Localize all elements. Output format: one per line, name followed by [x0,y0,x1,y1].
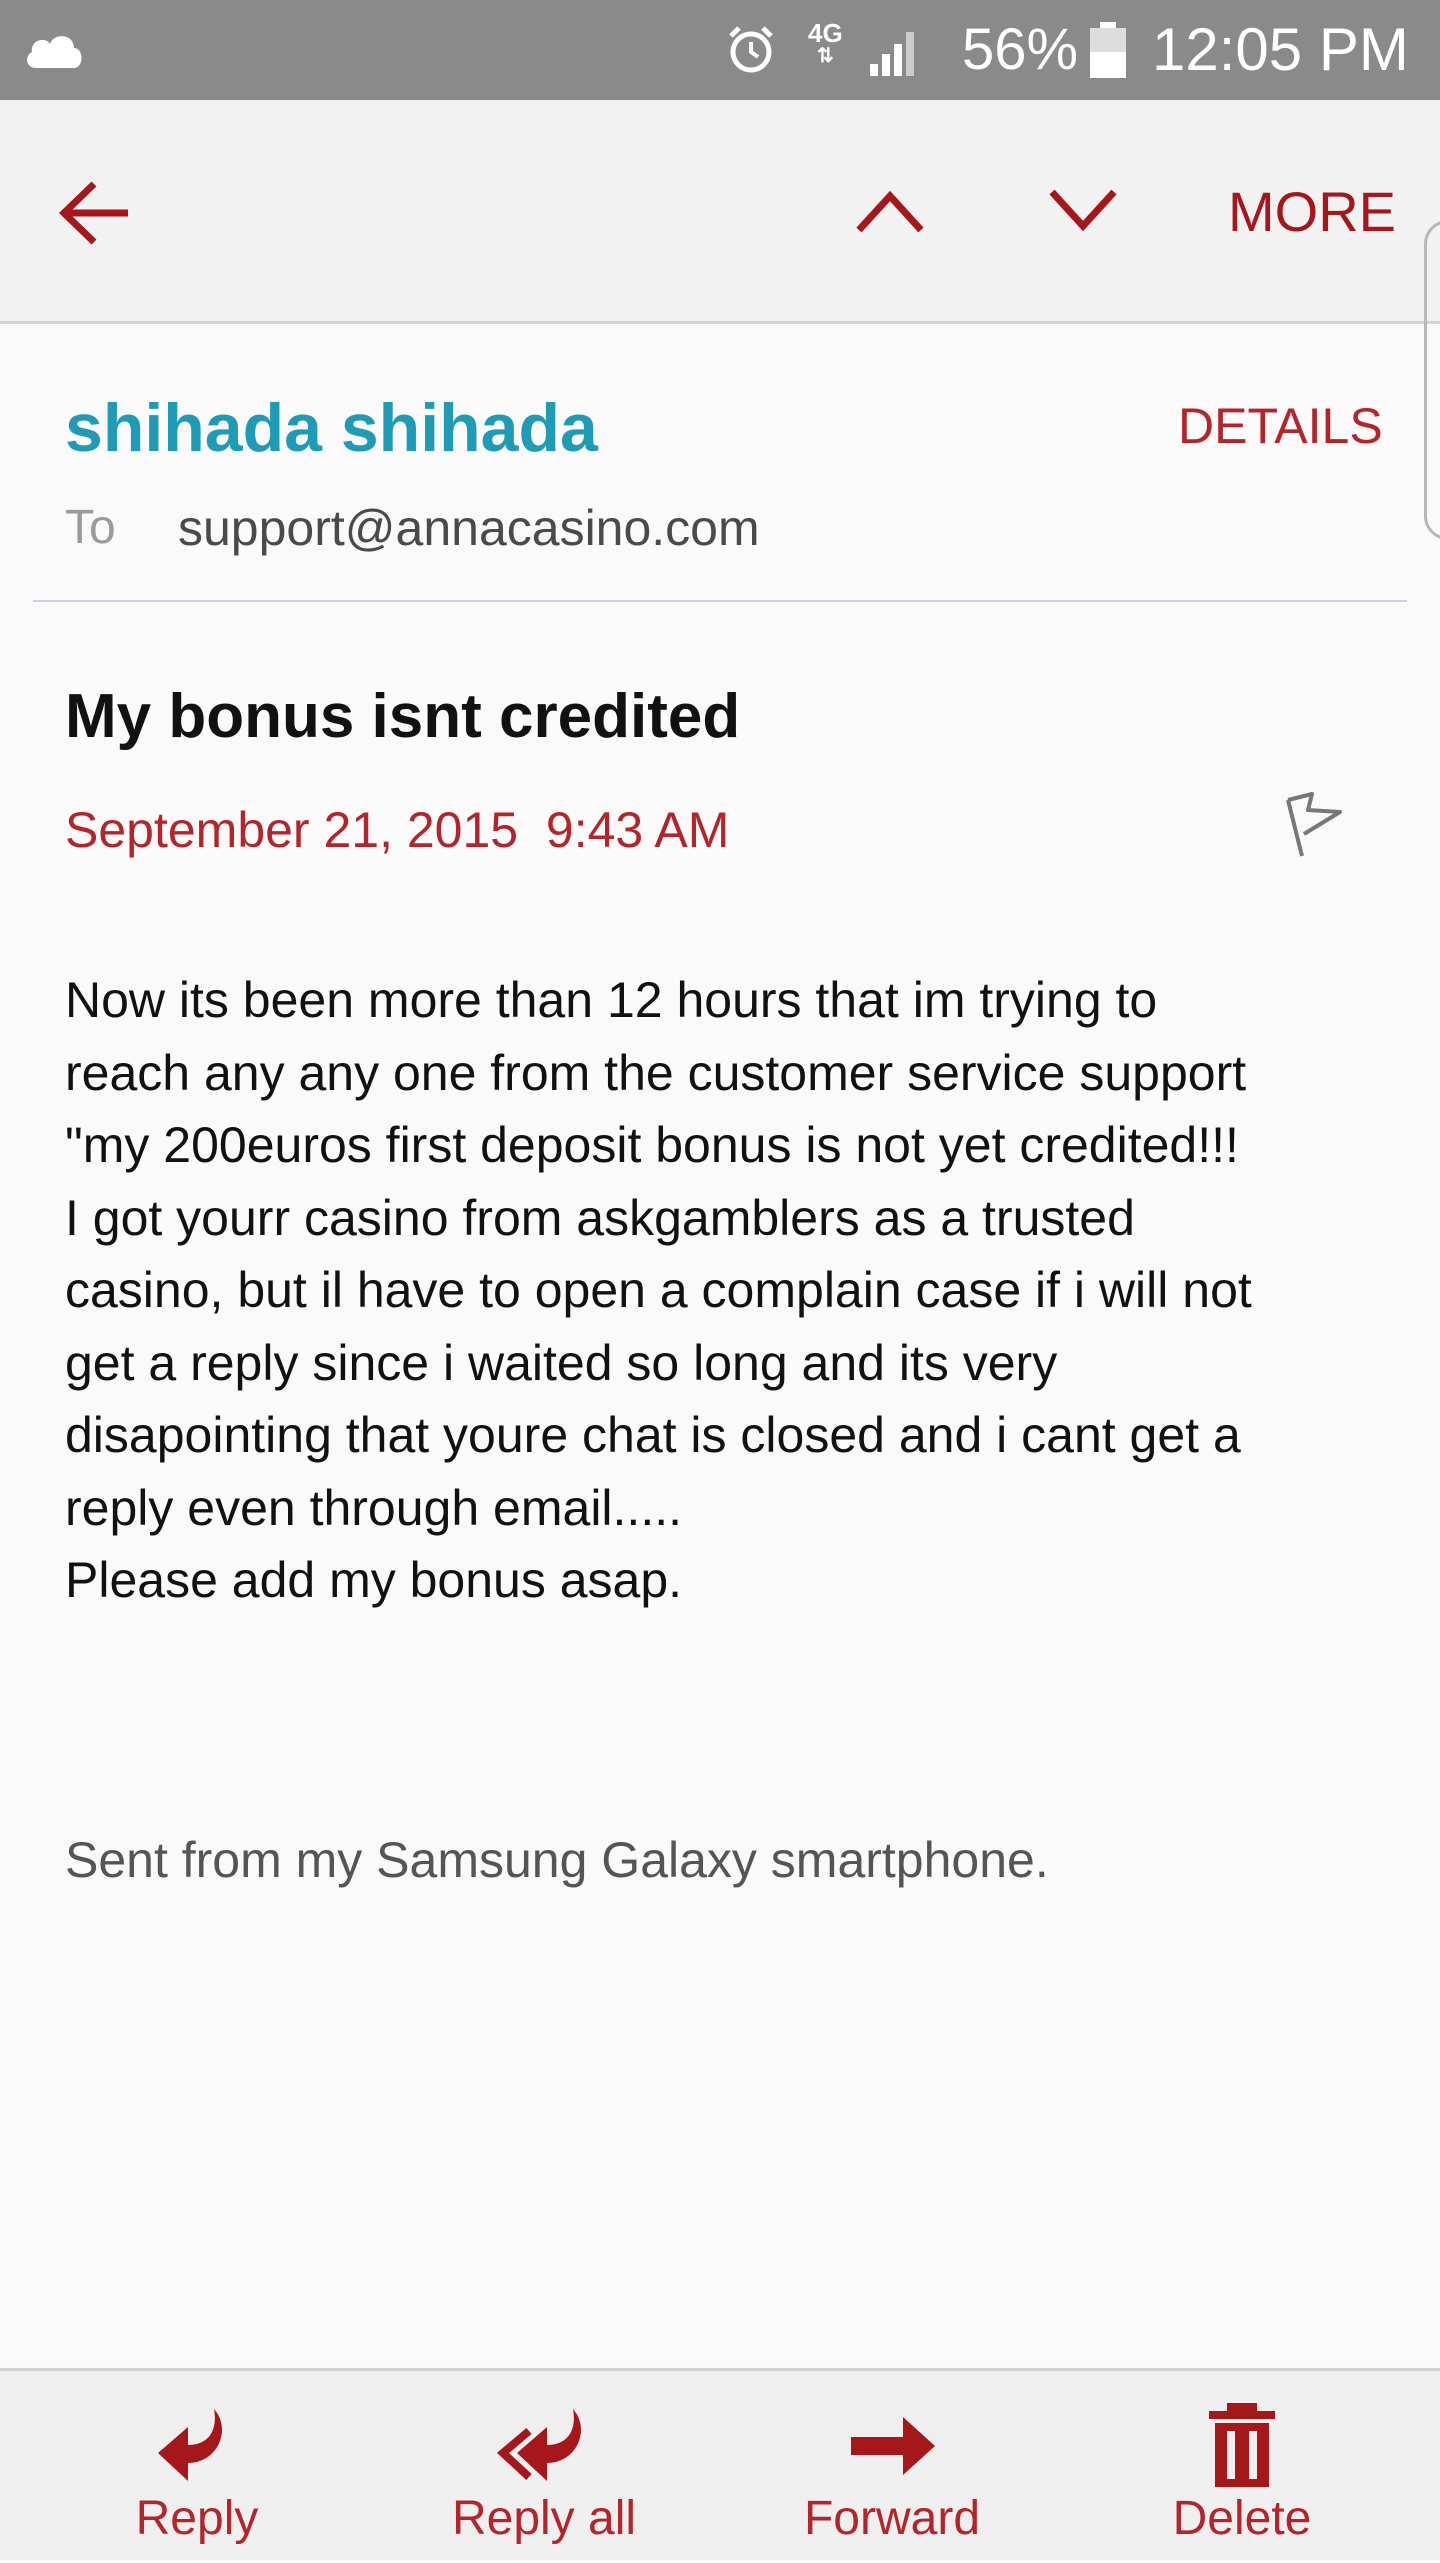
edge-panel-handle[interactable] [1424,220,1440,540]
forward-label: Forward [803,2492,981,2545]
email-date-day: September 21, 2015 [65,802,519,858]
forward-arrow-icon [762,2401,1022,2491]
data-arrows-icon: ⇅ [816,45,834,67]
email-body: Now its been more than 12 hours that im … [65,964,1395,1617]
network-type: 4G [808,18,843,48]
reply-all-icon [414,2401,674,2491]
body-line: casino, but il have to open a complain c… [65,1262,1252,1318]
reply-icon [67,2401,327,2491]
next-email-chevron-down-icon[interactable] [1048,188,1118,239]
action-bar: Reply Reply all Forward Delete [0,2368,1440,2560]
delete-label: Delete [1172,2492,1312,2545]
email-signature: Sent from my Samsung Galaxy smartphone. [65,1832,1049,1888]
reply-all-label: Reply all [451,2492,637,2545]
battery-percent: 56% [962,17,1079,82]
body-line: reach any any one from the customer serv… [65,1044,1247,1101]
battery-icon [1088,22,1128,83]
header-divider [33,600,1407,602]
reply-label: Reply [135,2492,259,2545]
body-line: Please add my bonus asap. [65,1552,683,1608]
body-line: "my 200euros first deposit bonus is not … [65,1117,1239,1173]
to-label: To [65,501,116,554]
cloud-icon [22,28,86,77]
email-date-time: 9:43 AM [545,802,730,858]
email-toolbar: MORE [0,100,1440,324]
email-date: September 21, 2015 9:43 AM [65,800,729,860]
clock: 12:05 PM [1152,16,1409,83]
flag-icon[interactable] [1282,790,1352,865]
body-line: Now its been more than 12 hours that im … [65,972,1158,1028]
status-bar: 4G ⇅ 56% 12:05 PM [0,0,1440,100]
trash-icon [1112,2401,1372,2491]
recipient-address[interactable]: support@annacasino.com [178,500,760,556]
reply-all-button[interactable]: Reply all [414,2371,674,2563]
alarm-icon [725,24,777,81]
body-line: get a reply since i waited so long and i… [65,1334,1058,1391]
network-indicator: 4G ⇅ [808,20,843,66]
signal-icon [868,28,924,81]
sender-name[interactable]: shihada shihada [65,388,598,468]
delete-button[interactable]: Delete [1112,2371,1372,2563]
reply-button[interactable]: Reply [67,2371,327,2563]
email-subject: My bonus isnt credited [65,682,741,751]
details-button[interactable]: DETAILS [1178,396,1383,456]
more-button[interactable]: MORE [1228,180,1396,244]
body-line: reply even through email..... [65,1479,682,1536]
body-line: disapointing that youre chat is closed a… [65,1407,1241,1463]
forward-button[interactable]: Forward [762,2371,1022,2563]
back-arrow-icon[interactable] [58,178,132,253]
body-line: I got yourr casino from askgamblers as a… [65,1189,1135,1246]
previous-email-chevron-up-icon[interactable] [855,188,925,239]
